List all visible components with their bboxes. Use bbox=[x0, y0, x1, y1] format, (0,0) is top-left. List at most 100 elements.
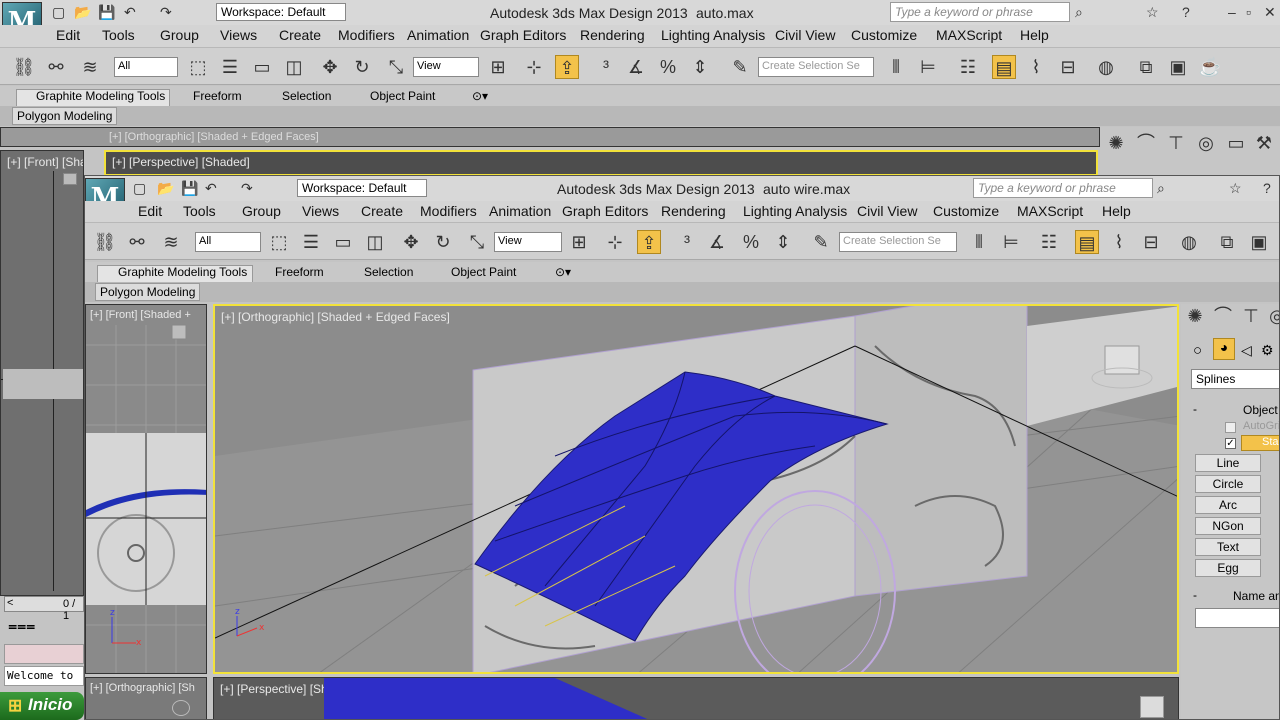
motion-tab-icon[interactable]: ◎ bbox=[1265, 304, 1279, 328]
script-listener-box[interactable] bbox=[4, 644, 84, 664]
menu-lighting-analysis[interactable]: Lighting Analysis bbox=[743, 203, 847, 219]
ribbon-tab-selection[interactable]: Selection bbox=[282, 89, 331, 103]
arc-button[interactable]: Arc bbox=[1195, 496, 1261, 514]
rect-selection-icon[interactable]: ▭ bbox=[250, 55, 274, 79]
keyboard-shortcut-override-icon[interactable]: ⇪ bbox=[555, 55, 579, 79]
star-icon[interactable]: ☆ bbox=[1146, 4, 1159, 22]
binoculars-icon[interactable]: ⌕ bbox=[1157, 180, 1165, 198]
schematic-view-icon[interactable]: ⊟ bbox=[1139, 230, 1163, 254]
polygon-modeling-button[interactable]: Polygon Modeling bbox=[12, 107, 118, 125]
layer-manager-icon[interactable]: ☷ bbox=[956, 55, 980, 79]
percent-snap-icon[interactable]: % bbox=[739, 230, 763, 254]
link-icon[interactable]: ⛓ bbox=[93, 230, 117, 254]
spinner-snap-icon[interactable]: ⇕ bbox=[688, 55, 712, 79]
redo-icon[interactable]: ↷ bbox=[241, 180, 253, 198]
start-new-shape-checkbox[interactable]: ✓ bbox=[1225, 438, 1236, 449]
bottom-left-ortho-viewport[interactable]: [+] [Orthographic] [Sh bbox=[85, 677, 207, 719]
egg-button[interactable]: Egg bbox=[1195, 559, 1261, 577]
open-file-icon[interactable]: 📂 bbox=[74, 4, 91, 22]
menu-customize[interactable]: Customize bbox=[851, 27, 917, 43]
menu-modifiers[interactable]: Modifiers bbox=[338, 27, 395, 43]
text-button[interactable]: Text bbox=[1195, 538, 1261, 556]
window-crossing-icon[interactable]: ◫ bbox=[363, 230, 387, 254]
pivot-icon[interactable]: ⊞ bbox=[567, 230, 591, 254]
scale-icon[interactable]: ⤡ bbox=[384, 55, 408, 79]
search-input[interactable]: Type a keyword or phrase bbox=[890, 2, 1070, 22]
ribbon-tab-graphite[interactable]: Graphite Modeling Tools bbox=[36, 89, 165, 103]
pivot-icon[interactable]: ⊞ bbox=[486, 55, 510, 79]
utilities-tab-icon[interactable]: ⚒ bbox=[1252, 131, 1276, 155]
binoculars-icon[interactable]: ⌕ bbox=[1075, 4, 1083, 22]
workspace-dropdown[interactable]: Workspace: Default bbox=[216, 3, 346, 21]
select-manipulate-icon[interactable]: ⊹ bbox=[603, 230, 627, 254]
menu-help[interactable]: Help bbox=[1020, 27, 1049, 43]
named-selection-set-select[interactable]: Create Selection Se bbox=[758, 57, 874, 77]
snaps-toggle-icon[interactable]: ³ bbox=[594, 55, 618, 79]
back-front-viewport[interactable]: [+] [Front] [Shac bbox=[0, 150, 84, 596]
ortho-viewport-active[interactable]: [+] [Orthographic] [Shaded + Edged Faces… bbox=[213, 304, 1179, 674]
viewport-label[interactable]: [+] [Orthographic] [Shaded + Edged Faces… bbox=[109, 131, 319, 143]
rollout-name-minus[interactable]: - bbox=[1193, 588, 1197, 602]
rollout-object-type[interactable]: Object T bbox=[1243, 403, 1279, 417]
align-icon[interactable]: ⊨ bbox=[999, 230, 1023, 254]
rotate-icon[interactable]: ↻ bbox=[431, 230, 455, 254]
motion-tab-icon[interactable]: ◎ bbox=[1194, 131, 1218, 155]
rendered-frame-icon[interactable]: ▣ bbox=[1166, 55, 1190, 79]
cameras-category-icon[interactable]: ⚙ bbox=[1261, 342, 1274, 359]
search-input[interactable]: Type a keyword or phrase bbox=[973, 178, 1153, 198]
help-icon[interactable]: ? bbox=[1263, 180, 1271, 198]
schematic-view-icon[interactable]: ⊟ bbox=[1056, 55, 1080, 79]
undo-icon[interactable]: ↶ bbox=[205, 180, 217, 198]
geometry-category-icon[interactable]: ○ bbox=[1193, 342, 1202, 359]
bind-space-warp-icon[interactable]: ≋ bbox=[78, 55, 102, 79]
modify-tab-icon[interactable]: ⌒ bbox=[1134, 131, 1158, 155]
menu-animation[interactable]: Animation bbox=[489, 203, 551, 219]
circle-button[interactable]: Circle bbox=[1195, 475, 1261, 493]
undo-icon[interactable]: ↶ bbox=[124, 4, 136, 22]
menu-civil-view[interactable]: Civil View bbox=[857, 203, 917, 219]
mirror-icon[interactable]: ⫴ bbox=[967, 230, 991, 254]
window-crossing-icon[interactable]: ◫ bbox=[282, 55, 306, 79]
viewport-label[interactable]: [+] [Orthographic] [Sh bbox=[90, 682, 195, 694]
menu-maxscript[interactable]: MAXScript bbox=[936, 27, 1002, 43]
curve-editor-icon[interactable]: ⌇ bbox=[1107, 230, 1131, 254]
move-icon[interactable]: ✥ bbox=[399, 230, 423, 254]
select-by-name-icon[interactable]: ☰ bbox=[218, 55, 242, 79]
angle-snap-icon[interactable]: ∡ bbox=[624, 55, 648, 79]
line-button[interactable]: Line bbox=[1195, 454, 1261, 472]
redo-icon[interactable]: ↷ bbox=[160, 4, 172, 22]
start-button[interactable]: ⊞ Inicio bbox=[0, 692, 84, 720]
viewcube-icon[interactable] bbox=[63, 173, 77, 185]
rendered-frame-icon[interactable]: ▣ bbox=[1247, 230, 1271, 254]
selection-filter-select[interactable]: All bbox=[195, 232, 261, 252]
selection-filter-select[interactable]: All bbox=[114, 57, 178, 77]
rollout-object-type-minus[interactable]: - bbox=[1193, 402, 1197, 416]
workspace-dropdown[interactable]: Workspace: Default bbox=[297, 179, 427, 197]
lights-category-icon[interactable]: ◁ bbox=[1241, 342, 1252, 359]
save-icon[interactable]: 💾 bbox=[98, 4, 115, 22]
render-setup-icon[interactable]: ⧉ bbox=[1134, 55, 1158, 79]
create-tab-icon[interactable]: ✺ bbox=[1104, 131, 1128, 155]
rect-selection-icon[interactable]: ▭ bbox=[331, 230, 355, 254]
percent-snap-icon[interactable]: % bbox=[656, 55, 680, 79]
rollout-name-and-color[interactable]: Name and bbox=[1233, 589, 1279, 603]
menu-help[interactable]: Help bbox=[1102, 203, 1131, 219]
back-perspective-viewport-header[interactable]: [+] [Perspective] [Shaded] bbox=[104, 150, 1098, 176]
viewcube-icon[interactable] bbox=[172, 700, 190, 716]
align-icon[interactable]: ⊨ bbox=[916, 55, 940, 79]
time-slider[interactable]: < 0 / 1 bbox=[4, 596, 84, 622]
render-setup-icon[interactable]: ⧉ bbox=[1215, 230, 1239, 254]
ribbon-options-icon[interactable]: ⊙▾ bbox=[555, 265, 571, 279]
rotate-icon[interactable]: ↻ bbox=[350, 55, 374, 79]
menu-animation[interactable]: Animation bbox=[407, 27, 469, 43]
perspective-viewport[interactable]: [+] [Perspective] [Shaded] bbox=[213, 677, 1179, 719]
menu-edit[interactable]: Edit bbox=[138, 203, 162, 219]
viewport-label[interactable]: [+] [Front] [Shac bbox=[7, 155, 83, 169]
edit-named-selection-icon[interactable]: ✎ bbox=[728, 55, 752, 79]
reference-coord-select[interactable]: View bbox=[413, 57, 479, 77]
curve-editor-icon[interactable]: ⌇ bbox=[1024, 55, 1048, 79]
menu-views[interactable]: Views bbox=[220, 27, 257, 43]
menu-modifiers[interactable]: Modifiers bbox=[420, 203, 477, 219]
reference-coord-select[interactable]: View bbox=[494, 232, 562, 252]
new-file-icon[interactable]: ▢ bbox=[52, 4, 65, 22]
